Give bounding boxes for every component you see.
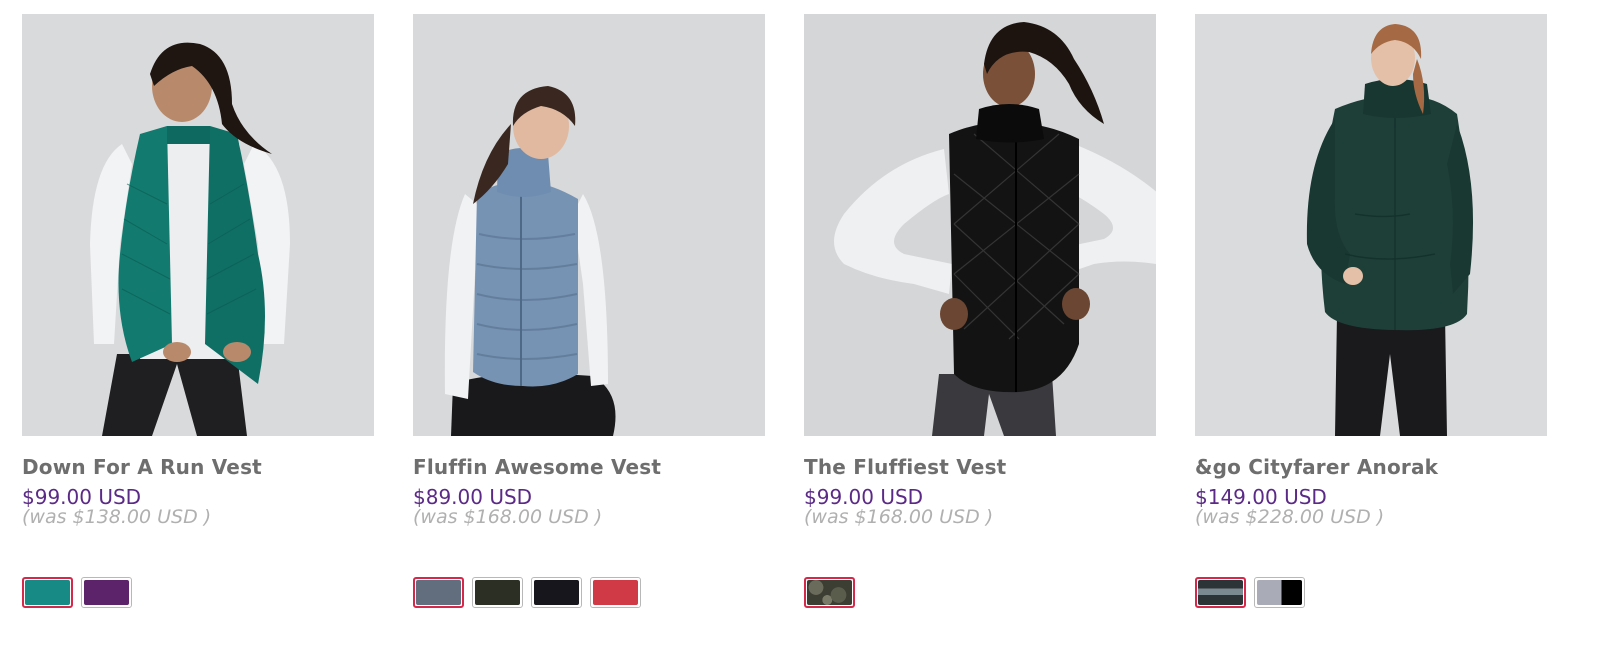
product-image-fluffin-awesome-vest[interactable] [413, 14, 765, 436]
product-card: &go Cityfarer Anorak $149.00 USD (was $2… [1195, 14, 1547, 608]
product-card: The Fluffiest Vest $99.00 USD (was $168.… [804, 14, 1156, 608]
product-original-price: (was $138.00 USD ) [22, 506, 212, 528]
product-name[interactable]: Down For A Run Vest [22, 455, 374, 479]
color-swatches [1195, 577, 1305, 608]
product-original-price: (was $228.00 USD ) [1195, 506, 1385, 528]
product-image-down-for-a-run-vest[interactable] [22, 14, 374, 436]
color-swatch-black[interactable] [531, 577, 582, 608]
color-swatch-grey-black[interactable] [1254, 577, 1305, 608]
product-image-go-cityfarer-anorak[interactable] [1195, 14, 1547, 436]
color-swatch-teal[interactable] [22, 577, 73, 608]
color-swatch-dark-stripe[interactable] [1195, 577, 1246, 608]
color-swatch-red[interactable] [590, 577, 641, 608]
color-swatches [804, 577, 855, 608]
product-name[interactable]: The Fluffiest Vest [804, 455, 1156, 479]
product-card: Down For A Run Vest $99.00 USD (was $138… [22, 14, 374, 608]
product-card: Fluffin Awesome Vest $89.00 USD (was $16… [413, 14, 765, 608]
product-image-the-fluffiest-vest[interactable] [804, 14, 1156, 436]
color-swatch-slate[interactable] [413, 577, 464, 608]
color-swatch-purple[interactable] [81, 577, 132, 608]
color-swatches [22, 577, 132, 608]
product-original-price: (was $168.00 USD ) [804, 506, 994, 528]
product-name[interactable]: Fluffin Awesome Vest [413, 455, 765, 479]
color-swatch-camo[interactable] [804, 577, 855, 608]
color-swatch-olive[interactable] [472, 577, 523, 608]
product-grid: Down For A Run Vest $99.00 USD (was $138… [22, 14, 1547, 608]
product-original-price: (was $168.00 USD ) [413, 506, 603, 528]
product-name[interactable]: &go Cityfarer Anorak [1195, 455, 1547, 479]
color-swatches [413, 577, 641, 608]
